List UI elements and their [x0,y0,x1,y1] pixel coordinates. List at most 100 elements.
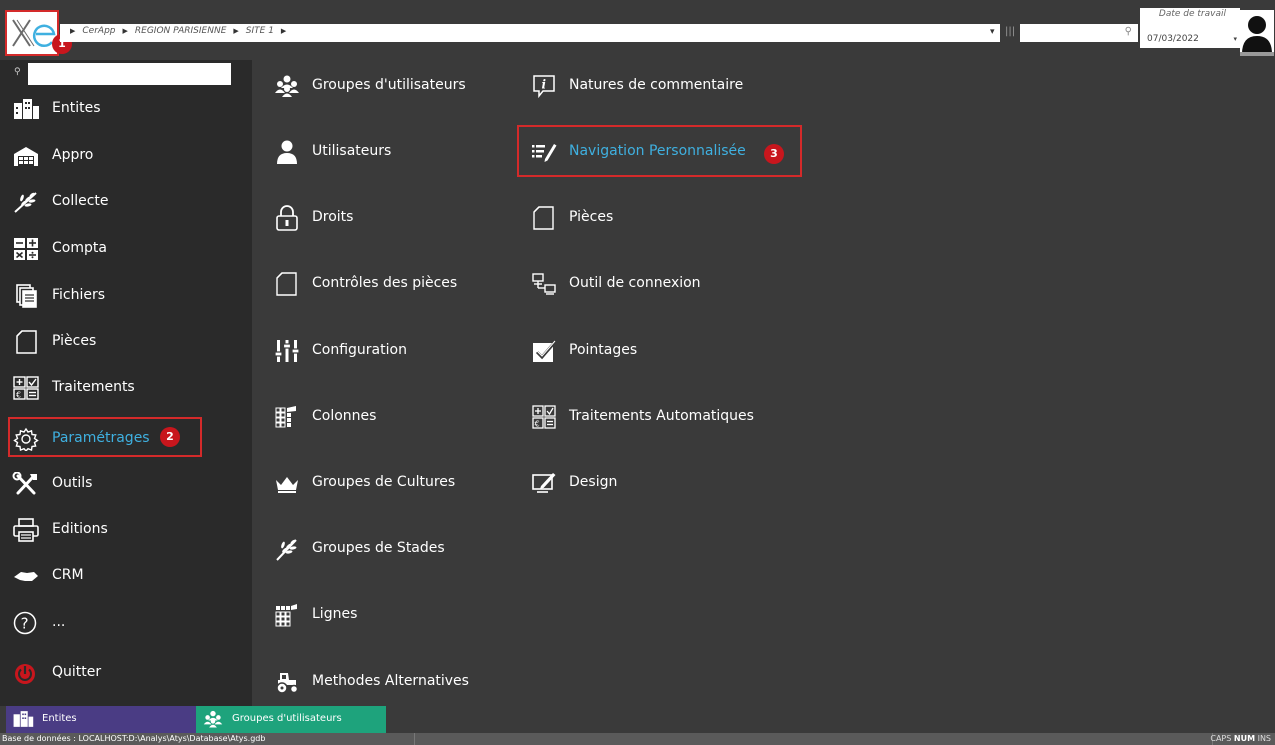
sidebar-item-label: Appro [52,147,94,163]
chevron-right-icon: ▶ [70,27,76,35]
sidebar-item-label: ... [52,614,66,630]
chevron-down-icon[interactable]: ▾ [990,27,995,37]
sidebar-item-appro[interactable]: Appro [0,136,252,176]
breadcrumb: ▶ CerApp ▶ REGION PARISIENNE ▶ SITE 1 ▶ [60,24,1000,42]
work-date-value[interactable]: 07/03/2022 [1147,34,1199,44]
sidebar-item-compta[interactable]: Compta [0,229,252,269]
menu-item-configuration[interactable]: Configuration [274,333,504,369]
breadcrumb-item[interactable]: CerApp [82,26,115,36]
global-search-input[interactable]: ⚲ [1020,24,1138,42]
menu-item-traitements-automatiques[interactable]: € Traitements Automatiques [531,399,791,435]
menu-item-label: Methodes Alternatives [312,673,469,689]
lock-icon [276,205,298,231]
tractor-icon [276,673,299,694]
sidebar-item-traitements[interactable]: € Traitements [0,368,252,408]
menu-item-label: Pièces [569,209,614,225]
avatar-icon [1240,16,1274,56]
handshake-icon [14,572,38,581]
top-bar: 1 ▶ CerApp ▶ REGION PARISIENNE ▶ SITE 1 … [0,0,1275,60]
design-icon [532,473,556,493]
menu-item-groupes-utilisateurs[interactable]: Groupes d'utilisateurs [274,68,504,104]
menu-item-design[interactable]: Design [531,465,771,501]
search-icon: ⚲ [14,67,21,77]
buildings-icon [13,711,34,727]
menu-item-droits[interactable]: Droits [274,200,504,236]
sidebar-item-more[interactable]: ? ... [0,603,252,643]
menu-item-colonnes[interactable]: Colonnes [274,399,504,435]
annotation-badge-2: 2 [160,427,180,447]
document-icon [533,206,554,230]
sidebar-item-label: Paramétrages [52,430,150,446]
open-tab-label: Entites [42,713,77,724]
svg-text:€: € [535,420,540,429]
wheat-icon [14,192,37,213]
open-tabs-bar: Entites Groupes d'utilisateurs [0,706,1275,733]
breadcrumb-item[interactable]: REGION PARISIENNE [135,26,227,36]
sidebar-item-label: Outils [52,475,93,491]
sidebar-item-pieces[interactable]: Pièces [0,322,252,362]
chevron-right-icon: ▶ [233,27,239,35]
sidebar-item-collecte[interactable]: Collecte [0,182,252,222]
edit-list-icon [532,144,557,162]
sidebar-item-editions[interactable]: Editions [0,510,252,550]
sidebar-item-label: CRM [52,567,84,583]
gear-icon [13,427,39,451]
sidebar-search-input[interactable] [28,63,231,85]
columns-icon [275,406,296,428]
menu-item-utilisateurs[interactable]: Utilisateurs [274,134,504,170]
menu-item-groupes-cultures[interactable]: Groupes de Cultures [274,465,504,501]
svg-text:€: € [16,391,21,400]
status-separator [414,733,415,745]
menu-item-controles-pieces[interactable]: Contrôles des pièces [274,266,504,302]
menu-item-label: Groupes d'utilisateurs [312,77,466,93]
printer-icon [13,518,39,542]
menu-item-groupes-stades[interactable]: Groupes de Stades [274,531,504,567]
breadcrumb-item[interactable]: SITE 1 [246,26,274,36]
sidebar: ⚲ Entites Appro Collecte Compta Fichiers… [0,60,252,706]
sidebar-item-parametrages[interactable]: Paramétrages 2 [8,417,202,457]
wheat-icon [276,539,297,561]
barcode-icon[interactable]: ||| [1005,26,1015,37]
menu-item-pointages[interactable]: Pointages [531,333,771,369]
menu-item-navigation-personnalisee[interactable]: Navigation Personnalisée 3 [531,134,791,170]
sidebar-item-label: Editions [52,521,108,537]
menu-item-label: Contrôles des pièces [312,275,458,291]
help-icon: ? [13,611,37,635]
menu-item-natures-commentaire[interactable]: i Natures de commentaire [531,68,771,104]
document-icon [276,272,297,296]
open-tab-entites[interactable]: Entites [6,706,196,733]
menu-item-pieces[interactable]: Pièces [531,200,771,236]
info-comment-icon: i [533,75,555,99]
menu-item-label: Utilisateurs [312,143,392,159]
sidebar-item-quitter[interactable]: Quitter [0,653,252,693]
menu-item-label: Groupes de Stades [312,540,445,556]
menu-item-label: Navigation Personnalisée [569,143,746,159]
work-date-picker[interactable]: Date de travail 07/03/2022 ▾ [1140,8,1240,48]
open-tab-groupes-utilisateurs[interactable]: Groupes d'utilisateurs [196,706,386,733]
document-icon [16,330,37,354]
sidebar-item-entites[interactable]: Entites [0,89,252,129]
sidebar-item-label: Compta [52,240,107,256]
menu-item-label: Droits [312,209,354,225]
search-icon: ⚲ [1124,26,1132,37]
app-logo[interactable] [5,10,59,56]
svg-text:?: ? [21,615,29,633]
menu-item-methodes-alternatives[interactable]: Methodes Alternatives [274,664,504,700]
network-icon [532,273,556,295]
sidebar-item-outils[interactable]: Outils [0,464,252,504]
calculator-icon [14,238,38,260]
sidebar-item-crm[interactable]: CRM [0,556,252,596]
tools-icon [12,472,37,495]
power-icon [15,664,35,684]
user-avatar[interactable] [1240,10,1274,56]
checkbox-icon [533,340,557,362]
files-icon [16,284,37,308]
warehouse-icon [14,147,38,166]
sidebar-item-fichiers[interactable]: Fichiers [0,276,252,316]
num-indicator: NUM [1233,734,1256,743]
crown-icon [276,477,298,493]
chevron-down-icon[interactable]: ▾ [1233,35,1237,43]
menu-item-lignes[interactable]: Lignes [274,597,504,633]
menu-item-outil-connexion[interactable]: Outil de connexion [531,266,771,302]
chevron-right-icon: ▶ [280,27,287,35]
